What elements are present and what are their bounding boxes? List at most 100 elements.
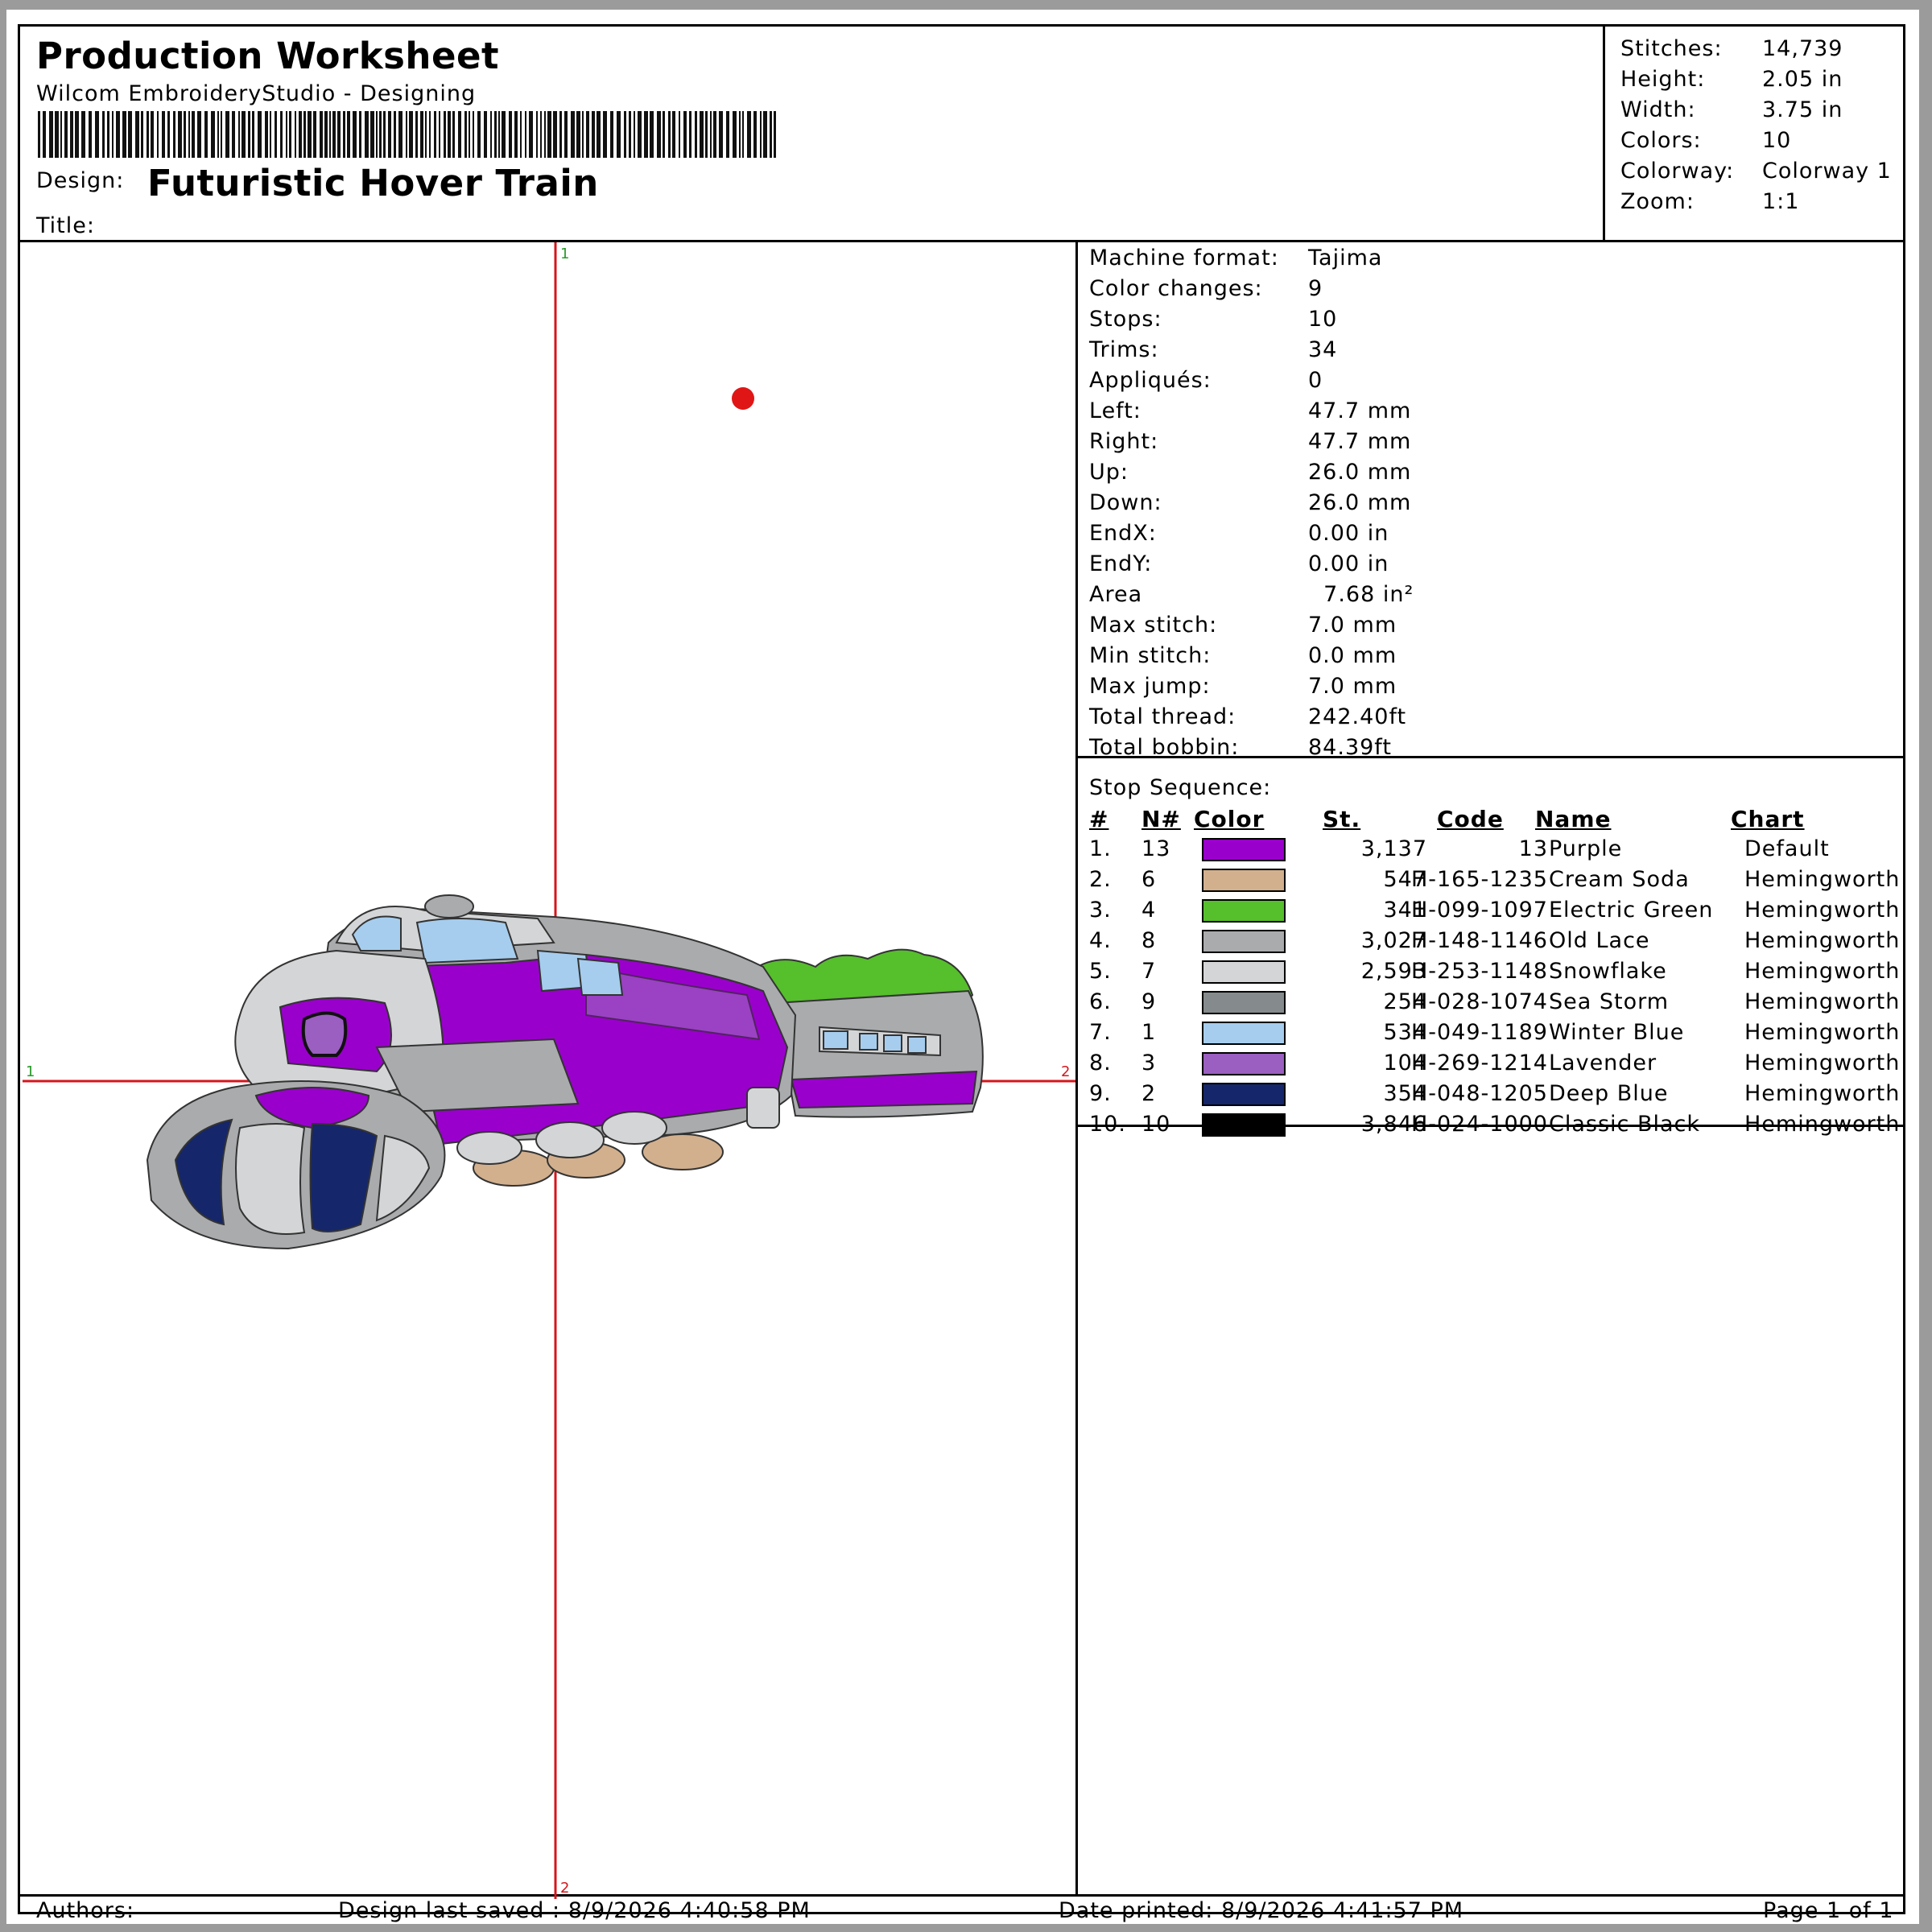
header-divider <box>1603 27 1605 241</box>
stop-chart: Default <box>1744 836 1830 861</box>
stop-code: H-269-1214 <box>1410 1051 1548 1075</box>
spec-label: Area <box>1089 582 1143 607</box>
stop-code: H-049-1189 <box>1410 1020 1548 1045</box>
spec-label: Trims: <box>1089 337 1159 362</box>
thread-color-swatch <box>1202 1113 1286 1137</box>
stop-name: Snowflake <box>1549 959 1667 984</box>
thread-color-swatch <box>1202 991 1286 1014</box>
spec-value: 9 <box>1308 276 1323 301</box>
stop-name: Electric Green <box>1549 898 1714 923</box>
stop-row: 8. 3 104 H-269-1214 Lavender Hemingworth <box>1089 1051 1910 1080</box>
stop-row: 1. 13 3,137 13 Purple Default <box>1089 836 1910 865</box>
stop-name: Cream Soda <box>1549 867 1690 892</box>
stop-chart: Hemingworth <box>1744 928 1901 953</box>
thread-color-swatch <box>1202 899 1286 923</box>
spec-label: Up: <box>1089 460 1129 485</box>
spec-label: Total bobbin: <box>1089 735 1240 760</box>
hover-train-illustration <box>146 894 984 1250</box>
footer-date-printed: Date printed: 8/9/2026 4:41:57 PM <box>1059 1898 1464 1923</box>
stop-code: 13 <box>1518 836 1548 861</box>
spec-label: EndX: <box>1089 521 1157 546</box>
barcode-image <box>38 111 776 158</box>
design-preview-svg: 1 2 1 2 <box>23 242 1075 1899</box>
stop-row: 10. 10 3,846 H-024-1000 Classic Black Hemingw… <box>1089 1112 1910 1141</box>
col-header-color: Color <box>1194 806 1265 832</box>
stop-code: H-253-1148 <box>1410 959 1548 984</box>
axis-left-label: 1 <box>26 1063 35 1080</box>
stop-chart: Hemingworth <box>1744 989 1901 1014</box>
stop-chart: Hemingworth <box>1744 959 1901 984</box>
stop-name: Sea Storm <box>1549 989 1670 1014</box>
spec-value: 0.00 in <box>1308 551 1389 576</box>
stop-row: 4. 8 3,027 H-148-1146 Old Lace Hemingworth <box>1089 928 1910 957</box>
spec-label: Color changes: <box>1089 276 1263 301</box>
col-header-chart: Chart <box>1731 806 1805 832</box>
page-title: Production Worksheet <box>36 35 500 77</box>
design-label: Design: <box>36 168 125 193</box>
spec-label: Appliqués: <box>1089 368 1212 393</box>
thread-color-swatch <box>1202 1083 1286 1106</box>
stop-code: H-165-1235 <box>1410 867 1548 892</box>
stop-row: 9. 2 354 H-048-1205 Deep Blue Hemingworth <box>1089 1081 1910 1110</box>
stop-name: Winter Blue <box>1549 1020 1685 1045</box>
stop-row: 6. 9 254 H-028-1074 Sea Storm Hemingworth <box>1089 989 1910 1018</box>
design-preview-canvas: 1 2 1 2 <box>23 242 1077 1899</box>
spec-label: Right: <box>1089 429 1159 454</box>
spec-value: 7.68 in² <box>1308 582 1414 607</box>
stop-chart: Hemingworth <box>1744 867 1901 892</box>
stop-code: H-028-1074 <box>1410 989 1548 1014</box>
footer-page-number: Page 1 of 1 <box>1763 1898 1894 1923</box>
col-header-code: Code <box>1437 806 1504 832</box>
app-subtitle: Wilcom EmbroideryStudio - Designing <box>36 81 477 106</box>
footer-authors: Authors: <box>36 1898 135 1923</box>
spec-value: 34 <box>1308 337 1338 362</box>
spec-label: EndY: <box>1089 551 1153 576</box>
spec-label: Min stitch: <box>1089 643 1212 668</box>
spec-value: 7.0 mm <box>1308 613 1397 638</box>
spec-value: 10 <box>1308 307 1338 332</box>
spec-value: 26.0 mm <box>1308 460 1412 485</box>
thread-color-swatch <box>1202 1022 1286 1045</box>
stop-chart: Hemingworth <box>1744 1020 1901 1045</box>
start-point-dot <box>732 387 754 410</box>
spec-value: 7.0 mm <box>1308 674 1397 699</box>
spec-value: 47.7 mm <box>1308 398 1412 423</box>
axis-right-label: 2 <box>1061 1063 1070 1080</box>
stop-row: 5. 7 2,593 H-253-1148 Snowflake Hemingworth <box>1089 959 1910 988</box>
stop-chart: Hemingworth <box>1744 1112 1901 1137</box>
footer-last-saved: Design last saved : 8/9/2026 4:40:58 PM <box>338 1898 811 1923</box>
stop-code: H-148-1146 <box>1410 928 1548 953</box>
spec-value: 0.0 mm <box>1308 643 1397 668</box>
spec-value: 26.0 mm <box>1308 490 1412 515</box>
thread-color-swatch <box>1202 838 1286 861</box>
col-header-num: # <box>1089 806 1109 832</box>
stop-name: Purple <box>1549 836 1623 861</box>
axis-top-label: 1 <box>560 246 569 262</box>
col-header-stitches: St. <box>1323 806 1361 832</box>
col-header-name: Name <box>1535 806 1612 832</box>
stop-code: H-024-1000 <box>1410 1112 1548 1137</box>
spec-value: 84.39ft <box>1308 735 1392 760</box>
axis-bottom-label: 2 <box>560 1880 569 1897</box>
stop-name: Old Lace <box>1549 928 1650 953</box>
stop-chart: Hemingworth <box>1744 898 1901 923</box>
stop-name: Deep Blue <box>1549 1081 1669 1106</box>
stop-chart: Hemingworth <box>1744 1051 1901 1075</box>
stop-sequence-title: Stop Sequence: <box>1089 775 1272 800</box>
thread-color-swatch <box>1202 930 1286 953</box>
spec-value: Tajima <box>1308 246 1383 270</box>
title-label: Title: <box>36 213 95 238</box>
design-name: Futuristic Hover Train <box>147 162 599 204</box>
spec-label: Down: <box>1089 490 1162 515</box>
spec-value: 47.7 mm <box>1308 429 1412 454</box>
stop-row: 2. 6 547 H-165-1235 Cream Soda Hemingworth <box>1089 867 1910 896</box>
stop-code: H-099-1097 <box>1410 898 1548 923</box>
stop-code: H-048-1205 <box>1410 1081 1548 1106</box>
thread-color-swatch <box>1202 869 1286 892</box>
spec-label: Stops: <box>1089 307 1162 332</box>
spec-label: Machine format: <box>1089 246 1279 270</box>
spec-label: Max stitch: <box>1089 613 1218 638</box>
spec-value: 0 <box>1308 368 1323 393</box>
col-header-needle: N# <box>1141 806 1181 832</box>
thread-color-swatch <box>1202 960 1286 984</box>
